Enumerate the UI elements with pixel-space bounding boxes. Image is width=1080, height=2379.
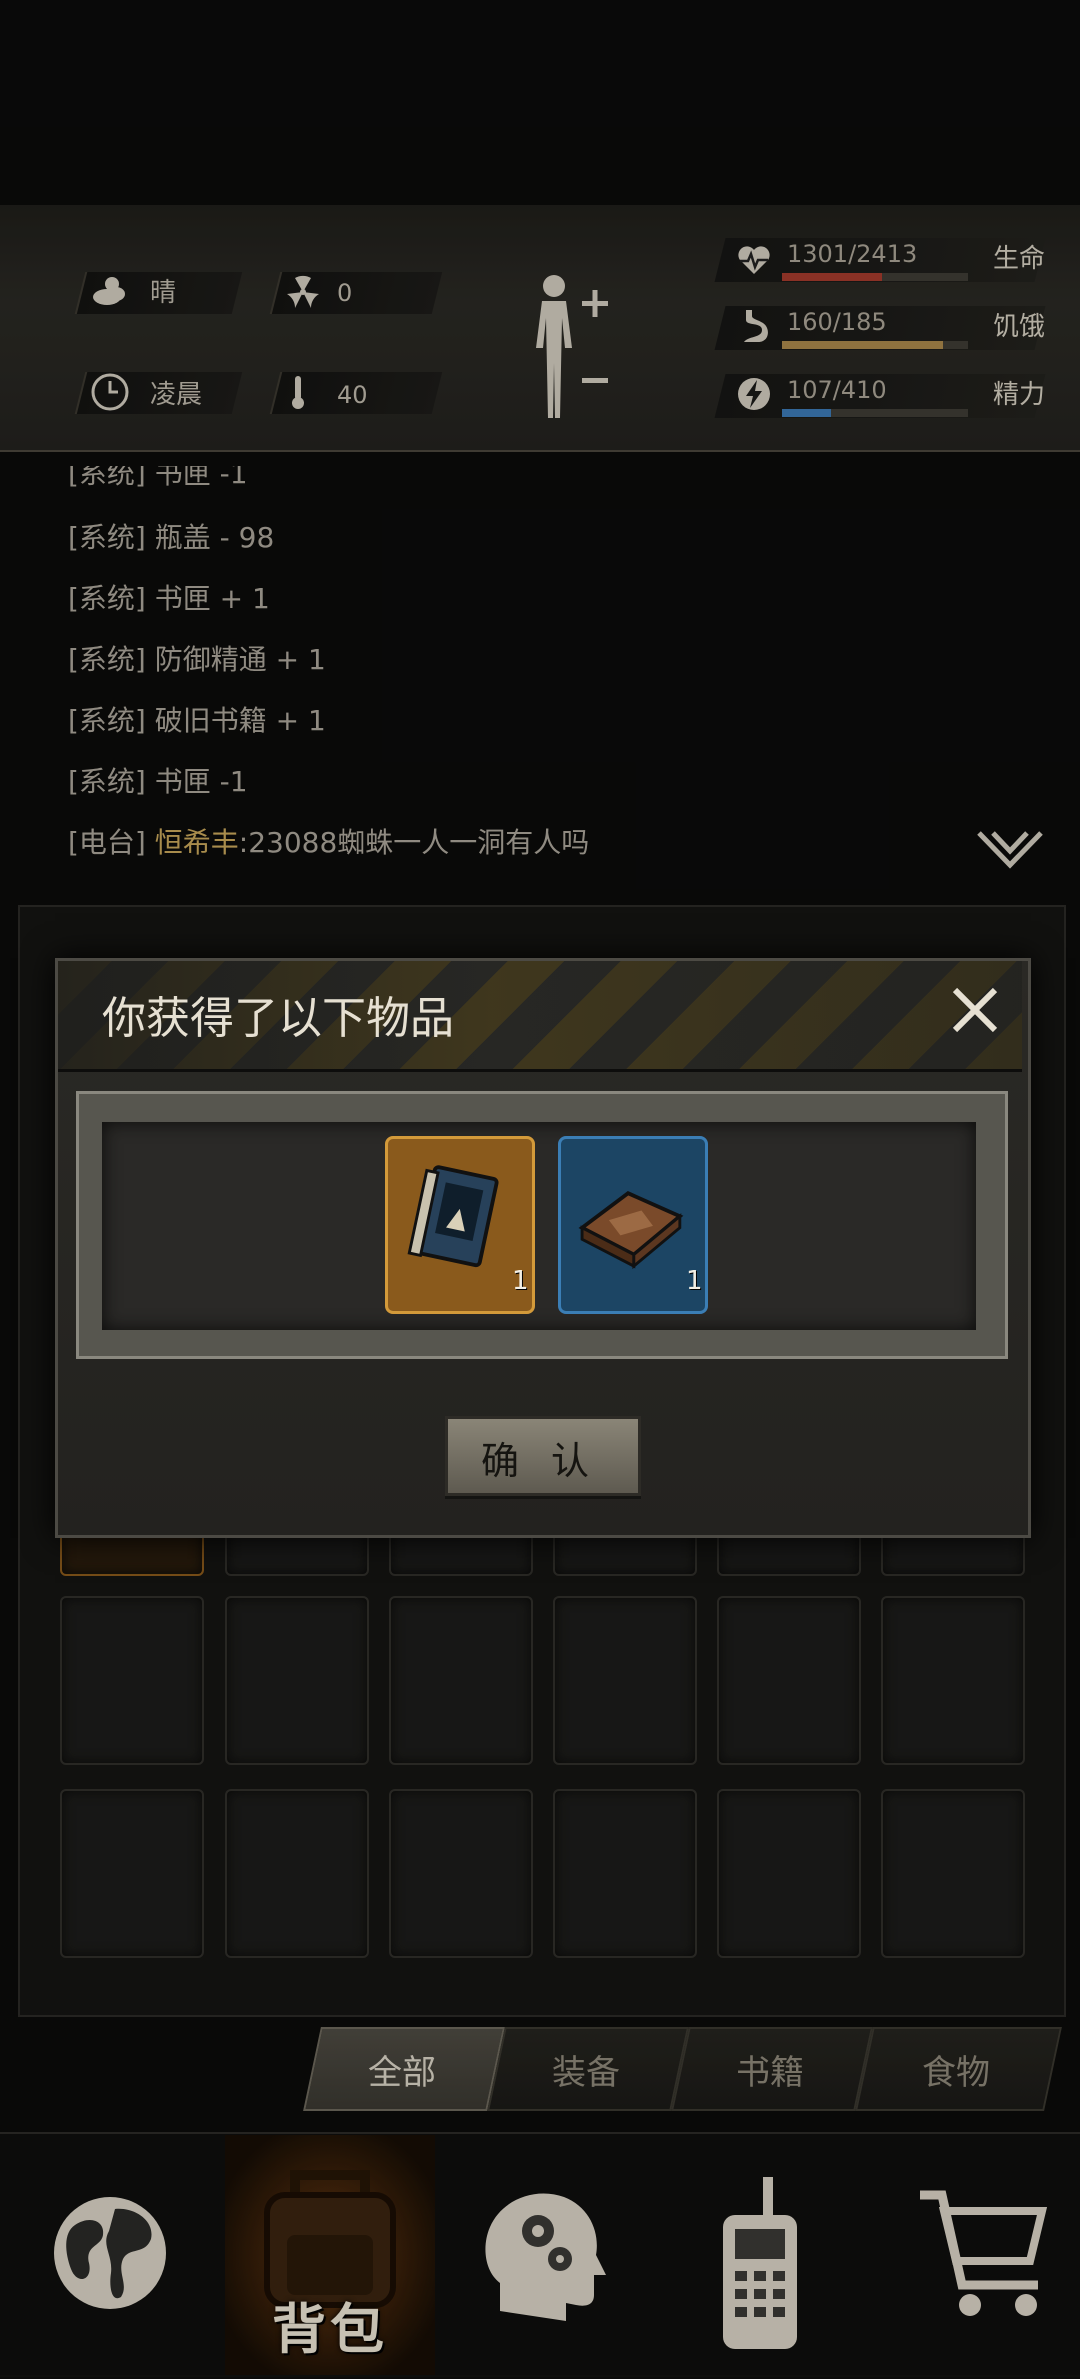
item-count: 1 [512,1266,529,1296]
dialog-title: 你获得了以下物品 [102,993,454,1044]
item-count: 1 [686,1266,703,1296]
book-icon [407,1165,499,1268]
confirm-button-label: 确 认 [480,1439,600,1483]
item-list [102,1122,976,1330]
worn-book-icon [578,1191,684,1270]
close-icon[interactable] [945,980,1005,1040]
